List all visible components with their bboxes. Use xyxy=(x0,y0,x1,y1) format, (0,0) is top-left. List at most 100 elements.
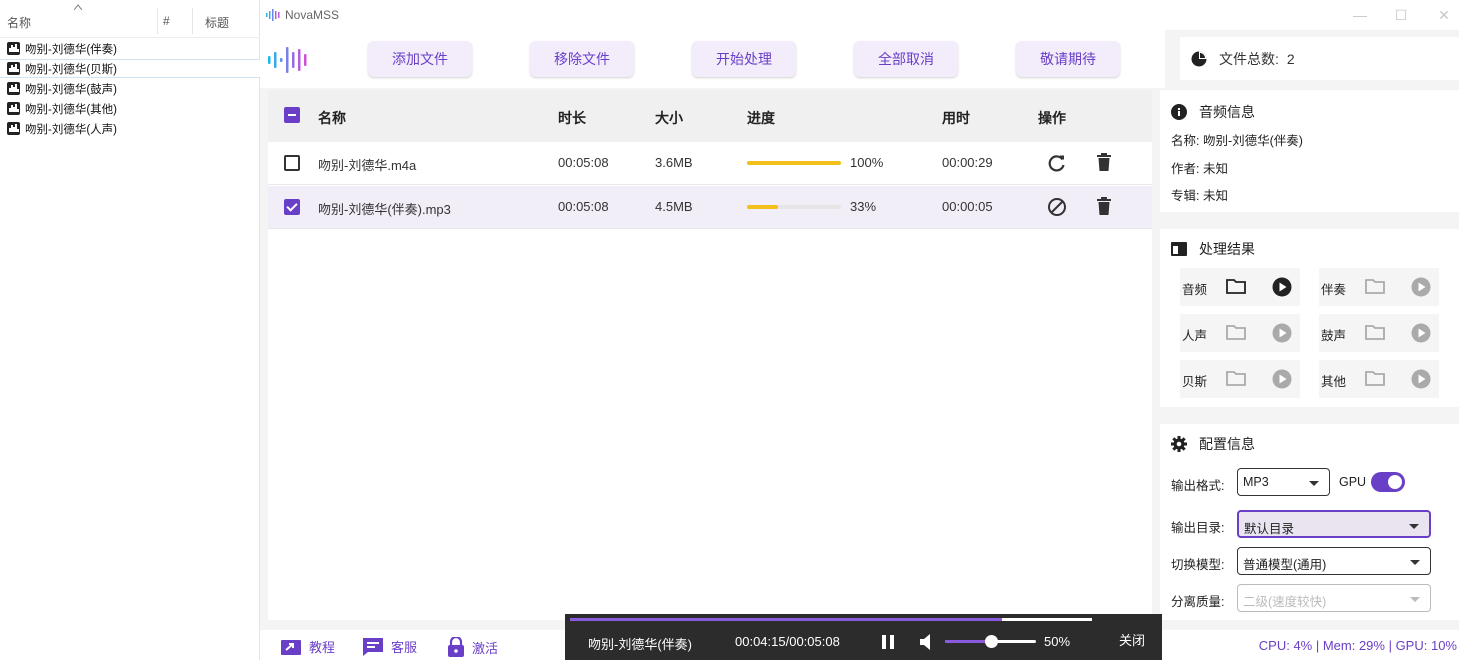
minimize-button[interactable]: — xyxy=(1350,5,1370,25)
row-duration: 00:05:08 xyxy=(558,199,609,214)
pause-icon[interactable] xyxy=(881,634,895,650)
select-all-checkbox[interactable] xyxy=(284,107,300,123)
table-row[interactable]: 吻别-刘德华.m4a 00:05:08 3.6MB 100% 00:00:29 xyxy=(268,142,1152,185)
table-row[interactable]: 吻别-刘德华(伴奏).mp3 00:05:08 4.5MB 33% 00:00:05 xyxy=(268,186,1152,229)
explorer-header: 名称 # 标题 xyxy=(0,0,260,38)
refresh-icon[interactable] xyxy=(1047,153,1067,173)
explorer-file-name: 吻别-刘德华(贝斯) xyxy=(25,63,117,76)
activate-link[interactable]: 激活 xyxy=(448,637,498,657)
output-dir-select[interactable]: 默认目录 xyxy=(1237,510,1431,538)
model-value: 普通模型(通用) xyxy=(1243,558,1327,572)
cancel-all-button[interactable]: 全部取消 xyxy=(854,41,958,77)
config-title: 配置信息 xyxy=(1171,434,1255,454)
play-icon[interactable] xyxy=(1411,277,1431,300)
config-heading: 配置信息 xyxy=(1199,436,1255,452)
sort-caret-icon[interactable] xyxy=(74,4,82,10)
header-duration: 时长 xyxy=(558,110,586,126)
row-progress-bar xyxy=(747,205,841,209)
play-icon[interactable] xyxy=(1411,323,1431,346)
maximize-button[interactable]: ☐ xyxy=(1391,5,1411,25)
play-icon[interactable] xyxy=(1272,323,1292,346)
result-item-label: 鼓声 xyxy=(1321,329,1347,343)
format-value: MP3 xyxy=(1243,475,1269,489)
volume-percent: 50% xyxy=(1044,634,1071,649)
audio-file-icon xyxy=(7,42,20,55)
config-panel: 配置信息 输出格式: MP3 GPU 输出目录: 默认目录 切换模型: 普通模型… xyxy=(1160,424,1459,620)
tutorial-icon xyxy=(281,640,301,655)
start-processing-button[interactable]: 开始处理 xyxy=(692,41,796,77)
cancel-icon[interactable] xyxy=(1047,197,1067,217)
column-header-title[interactable]: 标题 xyxy=(205,14,229,31)
support-link[interactable]: 客服 xyxy=(363,637,417,656)
row-duration: 00:05:08 xyxy=(558,155,609,170)
column-header-name[interactable]: 名称 xyxy=(7,14,31,31)
result-item: 鼓声 xyxy=(1319,314,1439,352)
play-icon[interactable] xyxy=(1411,369,1431,392)
results-panel: 处理结果 音频 伴奏 人声 鼓声 贝斯 其他 xyxy=(1160,229,1459,407)
quality-select: 二级(速度较快) xyxy=(1237,584,1431,612)
player-time: 00:04:15/00:05:08 xyxy=(735,634,840,649)
model-label: 切换模型: xyxy=(1171,558,1225,572)
result-item-label: 音频 xyxy=(1182,283,1208,297)
coming-soon-button[interactable]: 敬请期待 xyxy=(1016,41,1120,77)
row-checkbox[interactable] xyxy=(284,199,300,215)
audio-author-label: 作者: xyxy=(1171,162,1200,176)
gpu-toggle[interactable] xyxy=(1371,472,1405,492)
file-count-label: 文件总数: xyxy=(1219,50,1279,67)
result-item-label: 贝斯 xyxy=(1182,375,1208,389)
volume-icon[interactable] xyxy=(920,634,934,650)
explorer-file-item[interactable]: 吻别-刘德华(人声) xyxy=(0,119,260,138)
folder-icon[interactable] xyxy=(1226,370,1246,389)
folder-icon[interactable] xyxy=(1226,324,1246,343)
toolbar: 添加文件 移除文件 开始处理 全部取消 敬请期待 xyxy=(260,30,1165,88)
column-header-number[interactable]: # xyxy=(163,14,170,28)
header-actions: 操作 xyxy=(1038,110,1066,126)
chat-icon xyxy=(363,637,383,656)
play-icon[interactable] xyxy=(1272,277,1292,300)
header-elapsed: 用时 xyxy=(942,110,970,126)
folder-icon[interactable] xyxy=(1365,324,1385,343)
play-icon[interactable] xyxy=(1272,369,1292,392)
model-select[interactable]: 普通模型(通用) xyxy=(1237,547,1431,575)
results-title: 处理结果 xyxy=(1171,239,1255,259)
add-files-button[interactable]: 添加文件 xyxy=(368,41,472,77)
row-elapsed: 00:00:29 xyxy=(942,155,993,170)
row-file-name: 吻别-刘德华(伴奏).mp3 xyxy=(318,202,451,217)
explorer-file-item[interactable]: 吻别-刘德华(贝斯) xyxy=(0,59,260,78)
close-window-button[interactable]: ✕ xyxy=(1434,5,1454,25)
folder-icon[interactable] xyxy=(1365,278,1385,297)
explorer-file-item[interactable]: 吻别-刘德华(伴奏) xyxy=(0,39,260,58)
audio-name-label: 名称: xyxy=(1171,134,1200,148)
explorer-file-name: 吻别-刘德华(人声) xyxy=(25,123,117,136)
window-icon xyxy=(1171,242,1187,256)
folder-icon[interactable] xyxy=(1226,278,1246,297)
support-label: 客服 xyxy=(391,640,418,655)
row-progress-bar xyxy=(747,161,841,165)
row-checkbox[interactable] xyxy=(284,155,300,171)
row-size: 3.6MB xyxy=(655,155,693,170)
delete-icon[interactable] xyxy=(1096,153,1116,173)
remove-files-button[interactable]: 移除文件 xyxy=(530,41,634,77)
audio-file-icon xyxy=(7,102,20,115)
file-count-value: 2 xyxy=(1286,50,1295,67)
app-title: NovaMSS xyxy=(285,8,340,22)
tutorial-link[interactable]: 教程 xyxy=(281,637,335,656)
audio-author-value: 未知 xyxy=(1202,162,1228,176)
format-label: 输出格式: xyxy=(1171,479,1225,493)
table-header: 名称 时长 大小 进度 用时 操作 xyxy=(268,90,1152,142)
file-count-box: 文件总数: 2 xyxy=(1180,37,1459,80)
app-logo-icon xyxy=(266,9,280,21)
result-item-label: 其他 xyxy=(1321,375,1347,389)
explorer-file-item[interactable]: 吻别-刘德华(鼓声) xyxy=(0,79,260,98)
player-close-button[interactable]: 关闭 xyxy=(1119,630,1145,649)
folder-icon[interactable] xyxy=(1365,370,1385,389)
explorer-file-name: 吻别-刘德华(其他) xyxy=(25,103,117,116)
row-progress-percent: 100% xyxy=(850,155,884,170)
row-size: 4.5MB xyxy=(655,199,693,214)
volume-slider[interactable] xyxy=(945,635,1036,648)
results-heading: 处理结果 xyxy=(1199,241,1255,257)
explorer-file-item[interactable]: 吻别-刘德华(其他) xyxy=(0,99,260,118)
format-select[interactable]: MP3 xyxy=(1237,468,1330,496)
playback-progress-slider[interactable] xyxy=(570,618,1092,621)
delete-icon[interactable] xyxy=(1096,197,1116,217)
